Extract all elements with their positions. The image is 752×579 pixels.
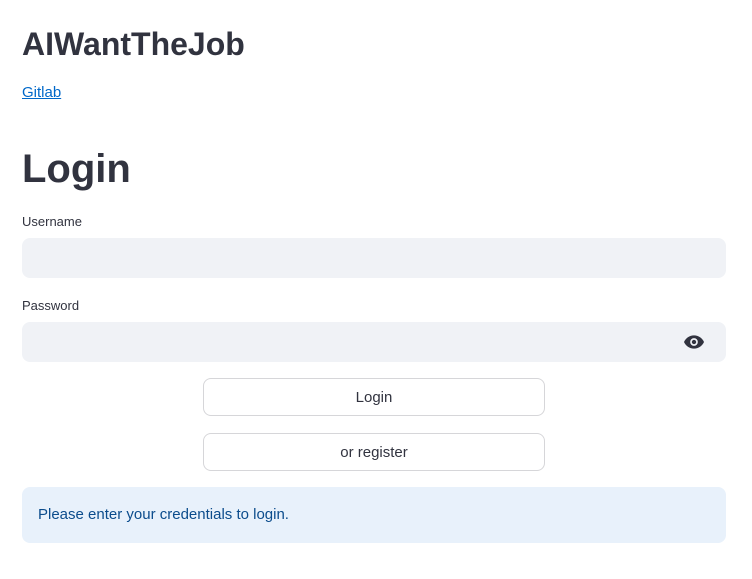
info-message: Please enter your credentials to login.: [38, 506, 289, 523]
login-button[interactable]: Login: [203, 378, 545, 416]
password-label: Password: [22, 298, 80, 313]
info-alert: Please enter your credentials to login.: [22, 487, 726, 543]
username-label: Username: [22, 214, 82, 229]
username-field-container: [22, 238, 726, 278]
login-heading: Login: [22, 147, 131, 191]
page: AIWantTheJob Gitlab Login Username Passw…: [0, 0, 752, 579]
register-button[interactable]: or register: [203, 433, 545, 471]
eye-icon[interactable]: [684, 334, 704, 350]
gitlab-link[interactable]: Gitlab: [22, 83, 61, 103]
username-input[interactable]: [22, 238, 726, 278]
password-input[interactable]: [22, 322, 726, 362]
password-field-container: [22, 322, 726, 362]
app-title: AIWantTheJob: [22, 26, 245, 62]
